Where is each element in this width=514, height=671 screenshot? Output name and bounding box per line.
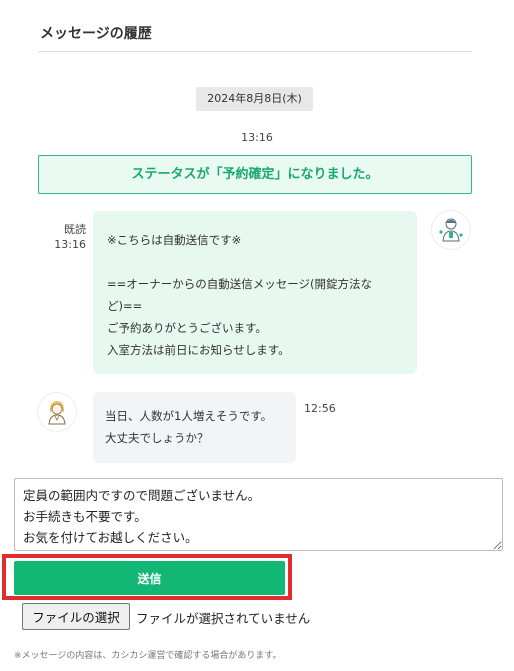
status-banner: ステータスが「予約確定」になりました。 — [38, 155, 472, 194]
send-button[interactable]: 送信 — [14, 561, 285, 595]
guest-avatar — [38, 393, 76, 431]
page-title: メッセージの履歴 — [40, 26, 152, 42]
title-divider — [38, 51, 472, 52]
date-chip: 2024年8月8日(木) — [196, 87, 313, 111]
file-select-button[interactable]: ファイルの選択 — [22, 603, 130, 630]
read-label: 既読 — [64, 223, 86, 236]
owner-message-time: 13:16 — [54, 238, 86, 251]
guest-message-bubble: 当日、人数が1人増えそうです。 大丈夫でしょうか？ — [93, 392, 296, 463]
thread-time: 13:16 — [241, 131, 273, 144]
owner-avatar-icon — [439, 218, 463, 242]
message-input[interactable] — [14, 478, 503, 551]
guest-message-time: 12:56 — [304, 402, 336, 415]
file-status: ファイルが選択されていません — [136, 611, 311, 626]
owner-avatar — [432, 211, 470, 249]
guest-avatar-icon — [48, 401, 66, 425]
owner-message-bubble: ※こちらは自動送信です※ ==オーナーからの自動送信メッセージ(開錠方法など)=… — [93, 211, 417, 374]
footnote: ※メッセージの内容は、カシカシ運営で確認する場合があります。 — [14, 651, 282, 661]
